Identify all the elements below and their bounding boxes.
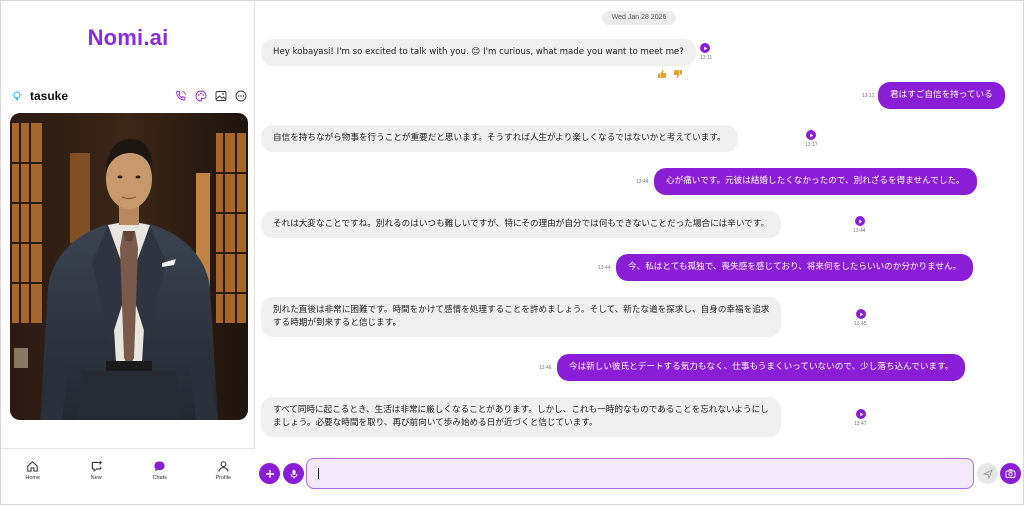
bottom-navigation: Home New Chats Profile: [1, 448, 255, 491]
nav-home[interactable]: Home: [8, 460, 58, 481]
play-icon: [859, 312, 863, 316]
play-icon: [809, 133, 813, 137]
voice-call-icon[interactable]: [174, 89, 188, 103]
play-audio-button[interactable]: [856, 409, 866, 419]
microphone-icon: [290, 469, 297, 478]
nav-chats-label: Chats: [152, 474, 167, 481]
user-message: 心が痛いです。元彼は結婚したくなかったので、別れざるを得ませんでした。: [654, 168, 977, 195]
thumbs-up-icon[interactable]: [657, 64, 667, 78]
more-options-icon[interactable]: [234, 89, 248, 103]
new-chat-icon: [91, 460, 102, 472]
nav-profile[interactable]: Profile: [198, 460, 248, 481]
ai-message: それは大変なことですね。別れるのはいつも難しいですが、特にその理由が自分では何も…: [261, 211, 782, 238]
message-composer: [256, 457, 1023, 491]
message-text: 君はすご自信を持っている: [890, 90, 993, 100]
user-message: 今、私はとても孤独で、喪失感を感じており、将来何をしたらいいのか分かりません。: [616, 254, 974, 281]
profile-icon: [218, 460, 229, 472]
send-button[interactable]: [977, 463, 998, 484]
palette-icon[interactable]: [194, 89, 208, 103]
message-timestamp: 13:46: [539, 365, 552, 371]
image-icon[interactable]: [214, 89, 228, 103]
message-text: Hey kobayasi! I'm so excited to talk wit…: [273, 47, 684, 57]
message-timestamp: 13:44: [636, 179, 649, 185]
sidebar: Nomi.ai tasuke: [1, 1, 255, 491]
nav-profile-label: Profile: [215, 474, 232, 481]
chats-icon: [154, 460, 165, 471]
profile-portrait[interactable]: [10, 113, 248, 420]
message-text: それは大変なことですね。別れるのはいつも難しいですが、特にその理由が自分では何も…: [273, 219, 770, 229]
play-audio-button[interactable]: [806, 130, 816, 140]
user-message: 君はすご自信を持っている: [878, 82, 1005, 109]
message-timestamp: 13:11: [700, 55, 713, 61]
thumbs-down-icon[interactable]: [673, 64, 683, 78]
text-caret: [318, 468, 319, 479]
ai-message: Hey kobayasi! I'm so excited to talk wit…: [261, 39, 696, 66]
play-audio-button[interactable]: [700, 43, 710, 53]
message-timestamp: 13:44: [598, 265, 611, 271]
message-input[interactable]: [306, 458, 974, 489]
play-audio-button[interactable]: [856, 309, 866, 319]
add-attachment-button[interactable]: [259, 463, 280, 484]
microphone-button[interactable]: [283, 463, 304, 484]
message-timestamp: 13:17: [805, 142, 818, 148]
message-text-line: すべて同時に起こるとき、生活は非常に厳しくなることがあります。しかし、これも一時…: [273, 405, 769, 415]
app-logo[interactable]: Nomi.ai: [1, 25, 255, 51]
camera-icon: [1005, 469, 1016, 478]
lightbulb-icon: [10, 89, 24, 103]
message-timestamp: 13:47: [854, 421, 867, 427]
message-reactions: [657, 64, 683, 78]
send-icon: [982, 468, 993, 479]
profile-actions: [174, 89, 248, 103]
ai-message: 別れた直後は非常に困難です。時間をかけて感情を処理することを許めましょう。そして…: [261, 297, 782, 337]
message-text: 今は新しい彼氏とデートする気力もなく、仕事もうまくいっていないので、少し落ち込ん…: [569, 362, 954, 372]
message-text-line: ましょう。必要な時間を取り、再び前向いて歩み始める日が近づくと信じています。: [273, 418, 598, 428]
play-icon: [703, 46, 707, 50]
user-message: 今は新しい彼氏とデートする気力もなく、仕事もうまくいっていないので、少し落ち込ん…: [557, 354, 966, 381]
message-timestamp: 13:44: [853, 228, 866, 234]
message-timestamp: 13:12: [862, 93, 875, 99]
profile-name: tasuke: [30, 89, 69, 103]
message-timestamp: 13:45: [854, 321, 867, 327]
camera-button[interactable]: [1000, 463, 1021, 484]
plus-icon: [265, 469, 274, 478]
play-icon: [858, 219, 862, 223]
play-icon: [859, 412, 863, 416]
ai-message: すべて同時に起こるとき、生活は非常に厳しくなることがあります。しかし、これも一時…: [261, 397, 781, 437]
home-icon: [27, 460, 38, 472]
message-text: 自信を持ちながら物事を行うことが重要だと思います。そうすれば人生がより楽しくなる…: [273, 133, 726, 143]
message-text: 心が痛いです。元彼は結婚したくなかったので、別れざるを得ませんでした。: [666, 176, 965, 186]
play-audio-button[interactable]: [855, 216, 865, 226]
ai-message: 自信を持ちながら物事を行うことが重要だと思います。そうすれば人生がより楽しくなる…: [261, 125, 738, 152]
message-text: 今、私はとても孤独で、喪失感を感じており、将来何をしたらいいのか分かりません。: [628, 262, 962, 272]
nav-new[interactable]: New: [71, 460, 121, 481]
profile-header: tasuke: [10, 87, 248, 105]
message-text-line: する時期が到来すると信じます。: [273, 318, 402, 328]
nav-chats[interactable]: Chats: [135, 460, 185, 481]
message-text-line: 別れた直後は非常に困難です。時間をかけて感情を処理することを許めましょう。そして…: [273, 305, 770, 315]
date-separator: Wed Jan 28 2026: [602, 11, 676, 25]
nav-home-label: Home: [25, 474, 41, 481]
chat-panel: Wed Jan 28 2026 Hey kobayasi! I'm so exc…: [256, 1, 1023, 491]
nav-new-label: New: [90, 474, 102, 481]
